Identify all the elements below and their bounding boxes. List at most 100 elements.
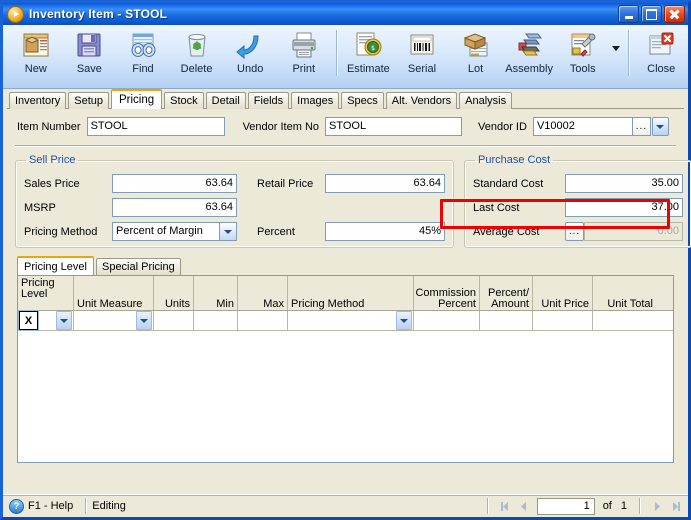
item-number-input[interactable]: STOOL — [86, 117, 225, 136]
grid-header-pricing-level[interactable]: Pricing Level — [18, 276, 74, 310]
toolbar-button-close[interactable]: Close — [634, 28, 688, 82]
vendor-item-no-input[interactable]: STOOL — [325, 117, 463, 136]
current-page-input[interactable]: 1 — [536, 497, 595, 515]
grid-cell-percent-amount[interactable] — [480, 311, 533, 330]
grid-cell-commission-percent[interactable] — [414, 311, 480, 330]
pricing-method-cell-dropdown[interactable] — [396, 311, 412, 330]
grid-empty-body[interactable] — [18, 331, 673, 462]
grid-cell-max[interactable] — [238, 311, 288, 330]
average-cost-lookup-button[interactable]: ... — [565, 222, 584, 241]
toolbar-button-new[interactable]: New — [9, 28, 63, 82]
grid-header-pricing-level-line2: Level — [21, 288, 48, 300]
tab-fields[interactable]: Fields — [247, 92, 290, 109]
close-button[interactable] — [664, 5, 685, 23]
toolbar-button-undo[interactable]: Undo — [223, 28, 277, 82]
minimize-button[interactable] — [618, 5, 639, 23]
first-record-button[interactable] — [497, 498, 513, 514]
window-title-item: STOOL — [125, 7, 168, 21]
vendor-id-lookup-button[interactable]: ... — [631, 117, 651, 136]
purchase-cost-group: Purchase Cost Standard Cost 35.00 Last C… — [464, 154, 691, 248]
window-title: Inventory Item - STOOL — [29, 7, 167, 21]
toolbar-label-close: Close — [647, 63, 676, 75]
binoculars-icon — [128, 28, 158, 62]
percent-input[interactable]: 45% — [325, 222, 445, 241]
unit-measure-cell-dropdown[interactable] — [136, 311, 152, 330]
toolbar-button-tools[interactable]: Tools — [556, 28, 610, 82]
sub-tab-special-pricing[interactable]: Special Pricing — [95, 258, 181, 275]
grid-header-unit-measure[interactable]: Unit Measure — [74, 276, 154, 310]
grid-cell-unit-price[interactable] — [533, 311, 593, 330]
main-toolbar: New Save Find Delete Undo Print $ Estima… — [3, 25, 688, 89]
pricing-level-grid[interactable]: Pricing Level Unit Measure Units Min Max… — [17, 275, 674, 463]
grid-header-unit-total[interactable]: Unit Total — [593, 276, 656, 310]
price-groups: Sell Price Sales Price 63.64 Retail Pric… — [3, 146, 691, 248]
pricing-method-label: Pricing Method — [24, 225, 98, 238]
toolbar-button-print[interactable]: Print — [277, 28, 331, 82]
tab-images[interactable]: Images — [291, 92, 340, 109]
grid-header-pricing-method[interactable]: Pricing Method — [288, 276, 414, 310]
row-marker-x[interactable]: X — [19, 311, 38, 330]
tab-detail[interactable]: Detail — [205, 92, 246, 109]
help-hint[interactable]: ? F1 - Help — [7, 498, 79, 514]
grid-cell-units[interactable] — [154, 311, 194, 330]
sales-price-row: Sales Price 63.64 Retail Price 63.64 — [24, 174, 445, 193]
previous-record-button[interactable] — [516, 498, 532, 514]
sales-price-input[interactable]: 63.64 — [112, 174, 237, 193]
lot-box-icon — [461, 28, 491, 62]
grid-cell-unit-measure[interactable] — [74, 311, 154, 330]
grid-cell-pricing-level[interactable]: X — [18, 311, 74, 330]
toolbar-button-estimate[interactable]: $ Estimate — [342, 28, 396, 82]
grid-header-commission-percent[interactable]: Commission Percent — [414, 276, 480, 310]
tab-alt-vendors[interactable]: Alt. Vendors — [385, 92, 458, 109]
last-cost-input[interactable]: 37.00 — [565, 198, 683, 217]
tools-dropdown-arrow-icon[interactable] — [610, 28, 624, 82]
pricing-method-dropdown-button[interactable] — [219, 223, 236, 240]
grid-header-percent-amount[interactable]: Percent/ Amount — [480, 276, 533, 310]
grid-header-min[interactable]: Min — [194, 276, 238, 310]
maximize-button[interactable] — [641, 5, 662, 23]
of-label: of — [602, 500, 612, 512]
pricing-level-cell-dropdown[interactable] — [56, 311, 72, 330]
sales-price-label: Sales Price — [24, 177, 80, 190]
retail-price-label: Retail Price — [257, 177, 314, 190]
msrp-input[interactable]: 63.64 — [112, 198, 237, 217]
chevron-down-icon — [140, 318, 148, 323]
toolbar-button-assembly[interactable]: Assembly — [502, 28, 556, 82]
grid-header-units[interactable]: Units — [154, 276, 194, 310]
pricing-level-cell-combo[interactable] — [38, 311, 73, 330]
tab-pricing[interactable]: Pricing — [111, 89, 163, 109]
tab-analysis[interactable]: Analysis — [459, 92, 513, 109]
vendor-item-no-label: Vendor Item No — [242, 120, 320, 133]
toolbar-button-save[interactable]: Save — [63, 28, 117, 82]
next-record-button[interactable] — [649, 498, 665, 514]
grid-cell-unit-total[interactable] — [593, 311, 656, 330]
standard-cost-input[interactable]: 35.00 — [565, 174, 683, 193]
last-record-button[interactable] — [668, 498, 684, 514]
sell-price-group: Sell Price Sales Price 63.64 Retail Pric… — [15, 154, 454, 248]
pricing-method-cell-combo[interactable] — [288, 311, 413, 330]
toolbar-button-lot[interactable]: Lot — [449, 28, 503, 82]
toolbar-label-assembly: Assembly — [505, 63, 553, 75]
toolbar-separator-1 — [335, 30, 337, 76]
vendor-id-dropdown-button[interactable] — [651, 117, 669, 136]
tab-stock[interactable]: Stock — [164, 92, 204, 109]
grid-header-max[interactable]: Max — [238, 276, 288, 310]
chevron-down-icon — [656, 124, 665, 129]
grid-cell-min[interactable] — [194, 311, 238, 330]
tab-specs[interactable]: Specs — [341, 92, 384, 109]
sub-tab-pricing-level[interactable]: Pricing Level — [17, 256, 94, 275]
toolbar-button-delete[interactable]: Delete — [170, 28, 224, 82]
window-title-sep: - — [113, 7, 126, 21]
toolbar-label-serial: Serial — [407, 63, 437, 75]
toolbar-button-serial[interactable]: Serial — [395, 28, 449, 82]
tab-setup[interactable]: Setup — [68, 92, 109, 109]
grid-cell-pricing-method[interactable] — [288, 311, 414, 330]
pricing-method-select[interactable]: Percent of Margin — [112, 222, 237, 241]
tab-inventory[interactable]: Inventory — [9, 92, 67, 109]
unit-measure-cell-combo[interactable] — [74, 311, 153, 330]
grid-edit-row[interactable]: X — [18, 311, 673, 331]
grid-header-unit-price[interactable]: Unit Price — [533, 276, 593, 310]
undo-arrow-icon — [235, 28, 265, 62]
toolbar-button-find[interactable]: Find — [116, 28, 170, 82]
retail-price-input[interactable]: 63.64 — [325, 174, 445, 193]
